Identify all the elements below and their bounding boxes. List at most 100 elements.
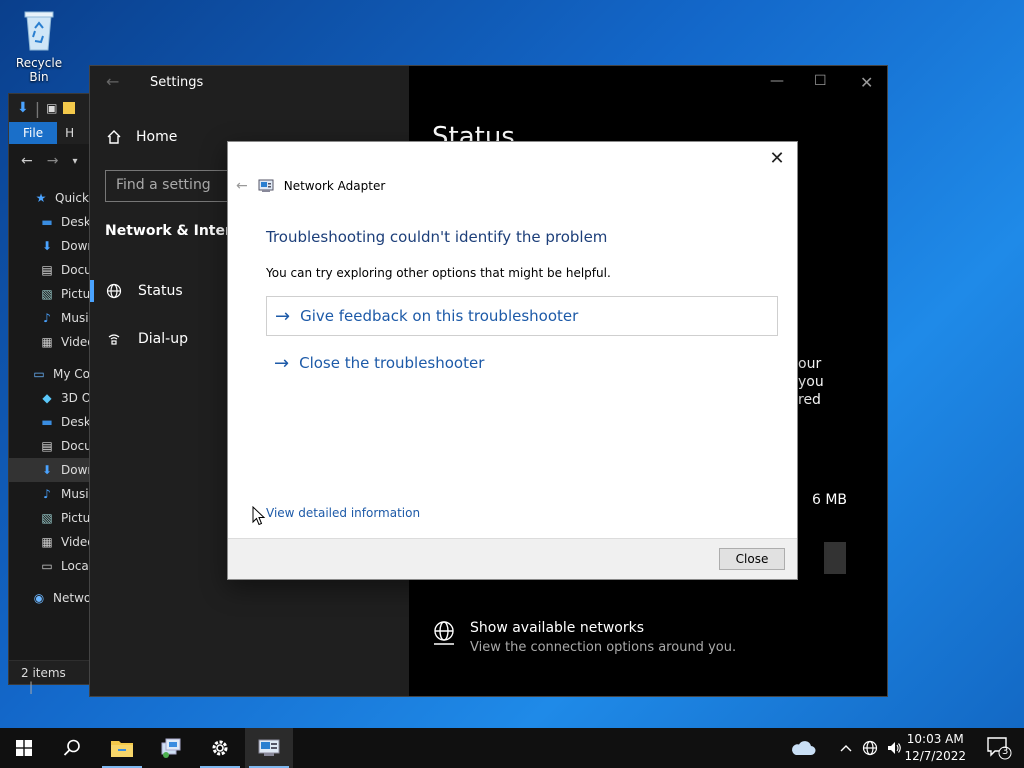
computer-icon: ▭ [33, 367, 45, 381]
tree-item-label: Pictures [61, 511, 89, 525]
explorer-ribbon: File H [9, 122, 89, 144]
close-window-button[interactable]: ✕ [860, 73, 873, 92]
data-usage-button-edge[interactable] [824, 542, 846, 574]
tree-item-label: My Computer [53, 367, 89, 381]
option-label: Close the troubleshooter [299, 354, 485, 372]
tree-item[interactable]: ◆ 3D Objects [9, 386, 89, 410]
settings-taskbar-button[interactable] [196, 728, 244, 768]
tree-item[interactable]: ▦ Videos [9, 530, 89, 554]
onedrive-icon[interactable] [790, 728, 816, 768]
file-explorer-taskbar-button[interactable] [98, 728, 146, 768]
globe-icon [106, 283, 122, 299]
recycle-bin-label: Recycle Bin [15, 56, 63, 84]
tree-item[interactable]: ◉ Network [9, 586, 89, 610]
item-count: 2 items [21, 666, 66, 680]
tree-item[interactable]: ♪ Music [9, 482, 89, 506]
folder-icon[interactable] [63, 102, 76, 114]
view-detailed-information-link[interactable]: View detailed information [266, 506, 420, 520]
tree-item[interactable]: ▤ Documents [9, 434, 89, 458]
tree-item[interactable]: ★ Quick access [9, 186, 89, 210]
clock-time: 10:03 AM [906, 732, 964, 746]
back-arrow-icon[interactable]: ← [106, 72, 119, 91]
tree-item[interactable]: ▧ Pictures [9, 506, 89, 530]
clock-date: 12/7/2022 [904, 749, 966, 763]
nav-item-dial-up[interactable]: Dial-up [90, 320, 230, 358]
volume-icon[interactable] [886, 728, 902, 768]
network-icon: ◉ [33, 591, 45, 605]
document-icon: ▤ [41, 439, 53, 453]
properties-icon[interactable]: ▣ [46, 101, 57, 115]
troubleshooter-dialog[interactable]: ✕ ← Network Adapter Troubleshooting coul… [227, 141, 798, 580]
option-label: Give feedback on this troubleshooter [300, 307, 579, 325]
show-networks-title: Show available networks [470, 620, 645, 636]
pictures-icon: ▧ [41, 511, 53, 525]
tree-item-label: Videos [61, 335, 89, 349]
close-troubleshooter-option[interactable]: → Close the troubleshooter [266, 343, 778, 383]
download-icon[interactable]: ⬇ [17, 100, 29, 116]
partial-text-line: red [798, 392, 821, 408]
recent-chevron-icon[interactable]: ▾ [72, 156, 77, 167]
taskbar: 10:03 AM 12/7/2022 3 [0, 728, 1024, 768]
tree-item[interactable]: ▧ Pictures [9, 282, 89, 306]
download-icon: ⬇ [41, 239, 53, 253]
dial-up-icon [108, 334, 120, 345]
back-arrow-icon[interactable]: ← [21, 153, 33, 169]
search-button[interactable] [48, 728, 96, 768]
recycle-bin-shortcut[interactable]: Recycle Bin [6, 8, 72, 84]
show-networks-description: View the connection options around you. [470, 640, 737, 655]
dialog-title: Network Adapter [283, 179, 386, 193]
start-button[interactable] [0, 728, 48, 768]
network-adapter-icon [258, 739, 280, 756]
tree-item[interactable]: ▭ Local Disk [9, 554, 89, 578]
tree-item-label: Downloads [61, 239, 89, 253]
forward-arrow-icon[interactable]: → [47, 153, 59, 169]
disk-icon: ▭ [41, 559, 53, 573]
home-icon [107, 130, 121, 144]
music-icon: ♪ [43, 311, 51, 325]
folder-icon [111, 741, 133, 757]
give-feedback-option[interactable]: → Give feedback on this troubleshooter [266, 296, 778, 336]
tree-item[interactable]: ▬ Desktop [9, 410, 89, 434]
maximize-button[interactable]: ☐ [814, 73, 827, 89]
home-nav-item[interactable]: Home [106, 129, 177, 145]
ribbon-home-tab[interactable]: H [57, 122, 82, 144]
tree-item[interactable]: ⬇ Downloads [9, 458, 89, 482]
network-troubleshooter-taskbar-button[interactable] [147, 728, 195, 768]
home-label: Home [136, 129, 178, 145]
tree-item-label: Desktop [61, 215, 89, 229]
dialog-header: ← Network Adapter [236, 178, 385, 194]
network-globe-icon[interactable] [862, 728, 878, 768]
tree-item-label: Documents [61, 263, 89, 277]
file-explorer-window[interactable]: ⬇ | ▣ File H ← → ▾ ★Quick access▬Desktop… [8, 93, 90, 694]
dialog-close-icon[interactable]: ✕ [765, 147, 789, 171]
show-hidden-icons-chevron-icon[interactable] [840, 728, 852, 768]
network-adapter-taskbar-button[interactable] [245, 728, 293, 768]
system-clock[interactable]: 10:03 AM 12/7/2022 [904, 731, 966, 765]
document-icon: ▤ [41, 263, 53, 277]
tree-item[interactable]: ⬇ Downloads [9, 234, 89, 258]
result-subtext: You can try exploring other options that… [266, 266, 611, 280]
tree-item-label: Downloads [61, 463, 89, 477]
partial-text-line: our [798, 356, 822, 372]
tree-item[interactable]: ♪ Music [9, 306, 89, 330]
tree-item[interactable]: ▬ Desktop [9, 210, 89, 234]
tree-item-label: Network [53, 591, 89, 605]
action-center-button[interactable]: 3 [986, 736, 1012, 760]
back-arrow-icon[interactable]: ← [236, 178, 248, 194]
desktop-icon: ▬ [41, 215, 53, 229]
star-icon: ★ [35, 191, 47, 205]
ribbon-file-tab[interactable]: File [9, 122, 58, 144]
tree-item[interactable]: ▦ Videos [9, 330, 89, 354]
partial-text-line: you [798, 374, 824, 390]
tree-item-label: 3D Objects [61, 391, 89, 405]
tree-item-label: Local Disk [61, 559, 89, 573]
close-button[interactable]: Close [719, 548, 785, 570]
show-available-networks[interactable]: Show available networks View the connect… [432, 620, 736, 655]
nav-item-label: Dial-up [138, 331, 188, 347]
minimize-button[interactable]: — [770, 73, 784, 89]
tree-item-label: Desktop [61, 415, 89, 429]
tree-item[interactable]: ▭ My Computer [9, 362, 89, 386]
tree-item[interactable]: ▤ Documents [9, 258, 89, 282]
recycle-bin-icon [19, 8, 59, 52]
nav-item-status[interactable]: Status [90, 272, 230, 310]
